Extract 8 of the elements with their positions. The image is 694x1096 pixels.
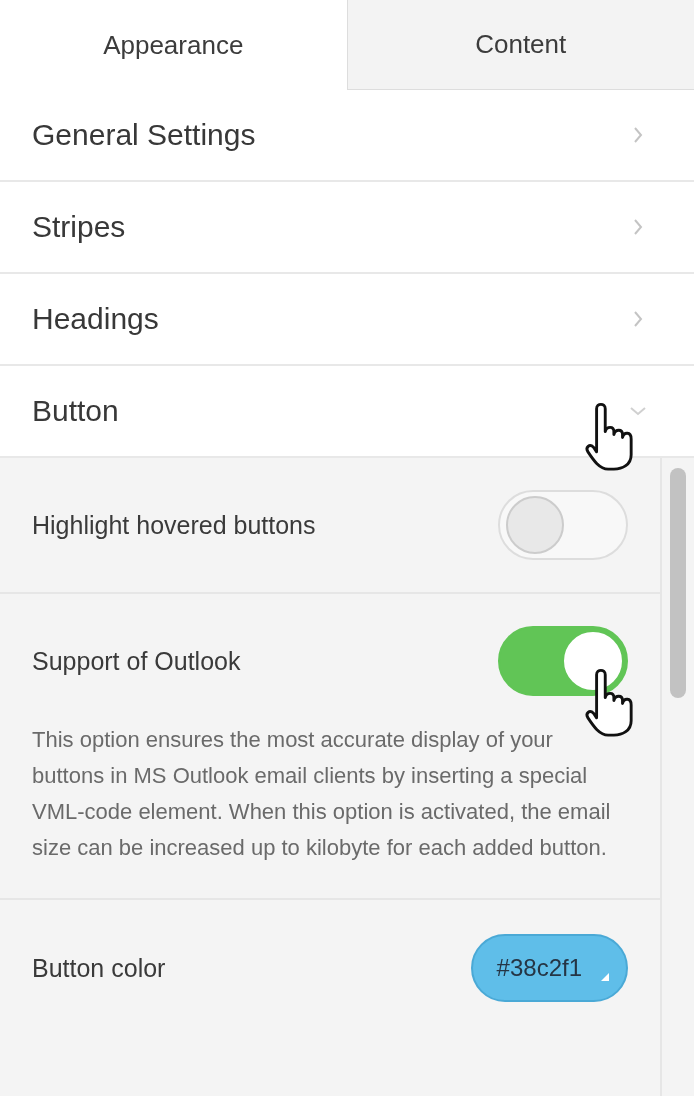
color-picker-button[interactable]: #38c2f1: [470, 934, 628, 1002]
scrollbar-thumb[interactable]: [670, 468, 686, 698]
setting-label: Button color: [32, 953, 166, 983]
setting-label: Highlight hovered buttons: [32, 510, 316, 540]
resize-corner-icon: [600, 972, 610, 982]
tab[interactable]: Content: [346, 0, 694, 90]
description-text: This option ensures the most accurate display of your buttons in MS Outlook email clients by inserting a special VML-code element. When this option is activated, the email size can be increased up to kilobyte for each added button.: [32, 726, 612, 862]
setting-label: Support of Outlook: [32, 646, 241, 676]
